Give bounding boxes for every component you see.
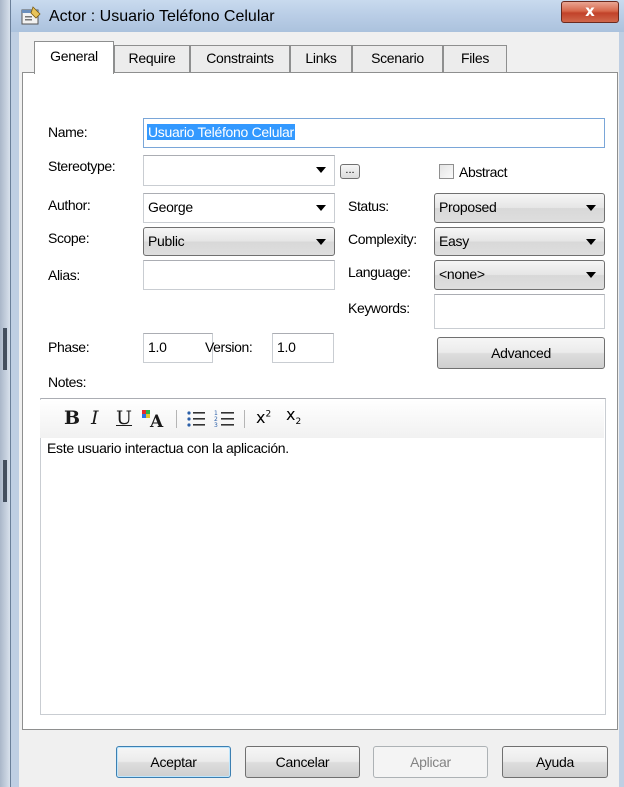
window-title: Actor : Usuario Teléfono Celular bbox=[49, 8, 275, 25]
tab-label: Scenario bbox=[371, 50, 424, 66]
advanced-label: Advanced bbox=[491, 345, 551, 361]
font-color-icon[interactable]: A bbox=[141, 408, 167, 433]
tab-links[interactable]: Links bbox=[290, 45, 352, 72]
version-value: 1.0 bbox=[277, 339, 296, 355]
status-dropdown[interactable]: Proposed bbox=[434, 193, 605, 223]
alias-label: Alias: bbox=[48, 267, 80, 283]
name-value: Usuario Teléfono Celular bbox=[147, 124, 295, 140]
tab-constraints[interactable]: Constraints bbox=[190, 45, 290, 72]
author-label: Author: bbox=[48, 197, 91, 213]
italic-icon[interactable]: I bbox=[91, 407, 99, 429]
chevron-down-icon bbox=[586, 239, 596, 245]
complexity-label: Complexity: bbox=[348, 231, 417, 247]
superscript-exp: 2 bbox=[265, 409, 272, 420]
close-icon: x bbox=[585, 2, 595, 20]
chevron-down-icon bbox=[316, 239, 326, 245]
ok-button[interactable]: Aceptar bbox=[116, 746, 231, 778]
name-label: Name: bbox=[48, 124, 88, 140]
apply-button[interactable]: Aplicar bbox=[373, 746, 488, 778]
keywords-input[interactable] bbox=[434, 294, 605, 329]
background-window-edge bbox=[0, 0, 10, 787]
properties-icon bbox=[21, 6, 41, 26]
advanced-button[interactable]: Advanced bbox=[437, 337, 605, 369]
stereotype-label: Stereotype: bbox=[48, 158, 116, 174]
svg-text:3: 3 bbox=[214, 422, 218, 429]
toolbar-separator bbox=[176, 410, 177, 428]
language-label: Language: bbox=[348, 264, 411, 280]
subscript-sub: 2 bbox=[295, 417, 302, 428]
complexity-value: Easy bbox=[439, 233, 469, 249]
status-value: Proposed bbox=[439, 199, 497, 215]
tab-label: Require bbox=[128, 50, 176, 66]
scope-value: Public bbox=[148, 233, 185, 249]
keywords-label: Keywords: bbox=[348, 300, 410, 316]
ok-label: Aceptar bbox=[150, 754, 197, 770]
language-dropdown[interactable]: <none> bbox=[434, 260, 605, 290]
underline-icon[interactable]: U bbox=[116, 407, 132, 429]
tab-label: Links bbox=[305, 50, 337, 66]
version-label: Version: bbox=[205, 339, 253, 355]
stereotype-combo[interactable] bbox=[143, 155, 335, 186]
notes-editor[interactable]: Este usuario interactua con la aplicació… bbox=[40, 398, 606, 715]
svg-text:A: A bbox=[149, 412, 164, 430]
alias-input[interactable] bbox=[143, 260, 335, 290]
chevron-down-icon[interactable] bbox=[316, 167, 326, 173]
help-button[interactable]: Ayuda bbox=[502, 746, 608, 778]
tab-scenario[interactable]: Scenario bbox=[352, 45, 443, 72]
phase-label: Phase: bbox=[48, 339, 90, 355]
cancel-label: Cancelar bbox=[275, 754, 330, 770]
tab-label: Files bbox=[460, 50, 490, 66]
name-input[interactable]: Usuario Teléfono Celular bbox=[143, 118, 605, 148]
help-label: Ayuda bbox=[536, 754, 574, 770]
close-button[interactable]: x bbox=[561, 1, 619, 23]
notes-text: Este usuario interactua con la aplicació… bbox=[47, 440, 289, 456]
tab-require[interactable]: Require bbox=[114, 45, 190, 72]
superscript-icon[interactable]: x2 bbox=[256, 408, 271, 427]
complexity-dropdown[interactable]: Easy bbox=[434, 227, 605, 256]
author-value: George bbox=[148, 199, 193, 215]
bold-icon[interactable]: B bbox=[64, 407, 80, 429]
bullet-list-icon[interactable] bbox=[186, 409, 206, 432]
cancel-button[interactable]: Cancelar bbox=[245, 746, 360, 778]
language-value: <none> bbox=[439, 266, 485, 282]
scope-label: Scope: bbox=[48, 230, 90, 246]
abstract-checkbox[interactable] bbox=[439, 164, 454, 179]
author-combo[interactable]: George bbox=[143, 193, 335, 223]
subscript-icon[interactable]: x2 bbox=[286, 405, 301, 427]
notes-toolbar: B I U A 1 2 3 x2 x2 bbox=[40, 400, 604, 438]
stereotype-browse-button[interactable]: ... bbox=[340, 164, 360, 179]
abstract-label: Abstract bbox=[459, 164, 508, 180]
title-bar[interactable]: Actor : Usuario Teléfono Celular x bbox=[11, 0, 624, 32]
apply-label: Aplicar bbox=[410, 754, 451, 770]
version-input[interactable]: 1.0 bbox=[272, 333, 334, 363]
ellipsis-icon: ... bbox=[345, 164, 355, 176]
phase-input[interactable]: 1.0 bbox=[143, 333, 213, 363]
tab-files[interactable]: Files bbox=[443, 45, 507, 72]
chevron-down-icon bbox=[586, 205, 596, 211]
tab-label: Constraints bbox=[206, 50, 274, 66]
numbered-list-icon[interactable]: 1 2 3 bbox=[214, 409, 236, 432]
notes-label: Notes: bbox=[48, 374, 87, 390]
status-label: Status: bbox=[348, 198, 389, 214]
tab-general[interactable]: General bbox=[34, 41, 114, 74]
chevron-down-icon bbox=[586, 272, 596, 278]
toolbar-separator bbox=[244, 410, 245, 428]
phase-value: 1.0 bbox=[148, 339, 167, 355]
scope-dropdown[interactable]: Public bbox=[143, 227, 335, 256]
tab-label: General bbox=[50, 48, 98, 64]
chevron-down-icon[interactable] bbox=[316, 205, 326, 211]
